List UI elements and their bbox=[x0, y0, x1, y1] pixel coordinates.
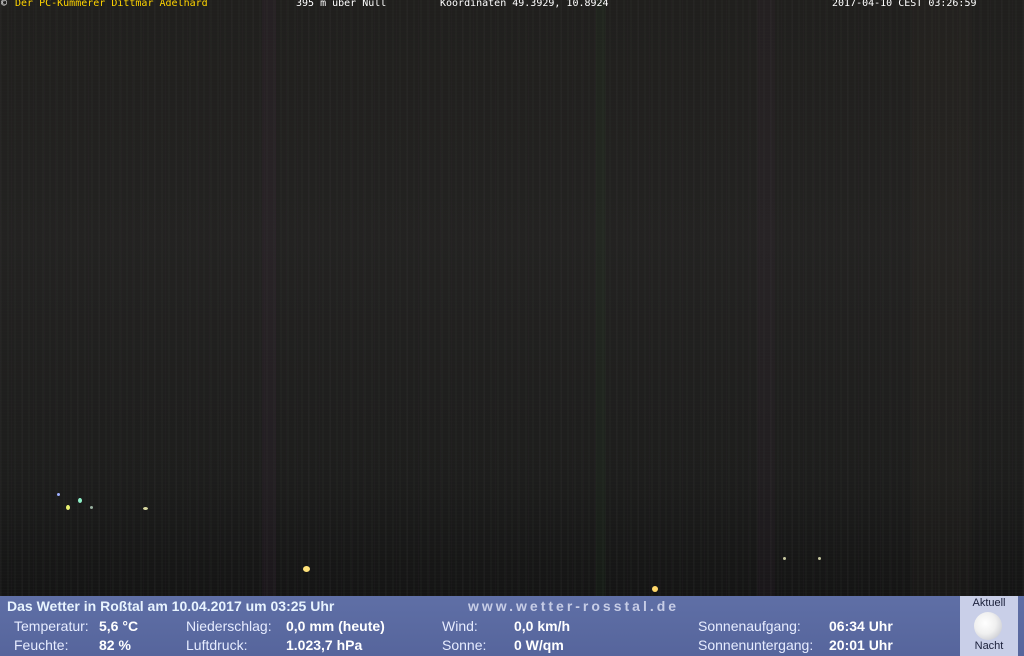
weather-panel: Das Wetter in Roßtal am 10.04.2017 um 03… bbox=[0, 596, 1024, 656]
image-noise-stripe bbox=[596, 0, 606, 596]
camera-info-overlay: © Der PC-Kümmerer Dittmar Adelhard 395 m… bbox=[0, 0, 1024, 11]
copyright-symbol: © bbox=[1, 0, 8, 9]
humidity-value: 82 % bbox=[99, 637, 131, 653]
sun-label: Sonne: bbox=[442, 637, 487, 653]
pressure-value: 1.023,7 hPa bbox=[286, 637, 363, 653]
wind-label: Wind: bbox=[442, 618, 478, 634]
distant-light bbox=[783, 557, 786, 560]
webcam-image bbox=[0, 0, 1024, 596]
owner-name: Der PC-Kümmerer Dittmar Adelhard bbox=[15, 0, 208, 9]
distant-light bbox=[818, 557, 821, 560]
moon-icon bbox=[974, 612, 1002, 640]
coordinates-text: Koordinaten 49.3929, 10.8924 bbox=[440, 0, 609, 9]
altitude-text: 395 m über Null bbox=[296, 0, 387, 9]
image-noise-stripe bbox=[912, 0, 972, 596]
pressure-label: Luftdruck: bbox=[186, 637, 248, 653]
distant-light bbox=[57, 493, 60, 496]
sun-value: 0 W/qm bbox=[514, 637, 564, 653]
wind-value: 0,0 km/h bbox=[514, 618, 571, 634]
sunset-label: Sonnenuntergang: bbox=[698, 637, 814, 653]
humidity-label: Feuchte: bbox=[14, 637, 69, 653]
precip-label: Niederschlag: bbox=[186, 618, 272, 634]
image-noise-stripe bbox=[757, 0, 775, 596]
sunset-value: 20:01 Uhr bbox=[829, 637, 893, 653]
sunrise-value: 06:34 Uhr bbox=[829, 618, 893, 634]
distant-light bbox=[303, 566, 310, 572]
temperature-label: Temperatur: bbox=[14, 618, 89, 634]
moon-top-label: Aktuell bbox=[972, 597, 1006, 609]
temperature-value: 5,6 °C bbox=[99, 618, 139, 634]
image-noise-stripe bbox=[262, 0, 276, 596]
timestamp-text: 2017-04-10 CEST 03:26:59 bbox=[832, 0, 977, 9]
distant-light bbox=[78, 498, 82, 503]
weather-headline: Das Wetter in Roßtal am 10.04.2017 um 03… bbox=[7, 598, 335, 614]
distant-light bbox=[652, 586, 658, 592]
distant-light bbox=[90, 506, 93, 509]
distant-light bbox=[143, 507, 148, 510]
website-link[interactable]: www.wetter-rosstal.de bbox=[468, 598, 679, 614]
sunrise-label: Sonnenaufgang: bbox=[698, 618, 801, 634]
moon-bottom-label: Nacht bbox=[974, 640, 1004, 652]
distant-light bbox=[66, 505, 70, 510]
precip-value: 0,0 mm (heute) bbox=[286, 618, 385, 634]
moon-phase-box: Aktuell Nacht bbox=[960, 596, 1018, 656]
